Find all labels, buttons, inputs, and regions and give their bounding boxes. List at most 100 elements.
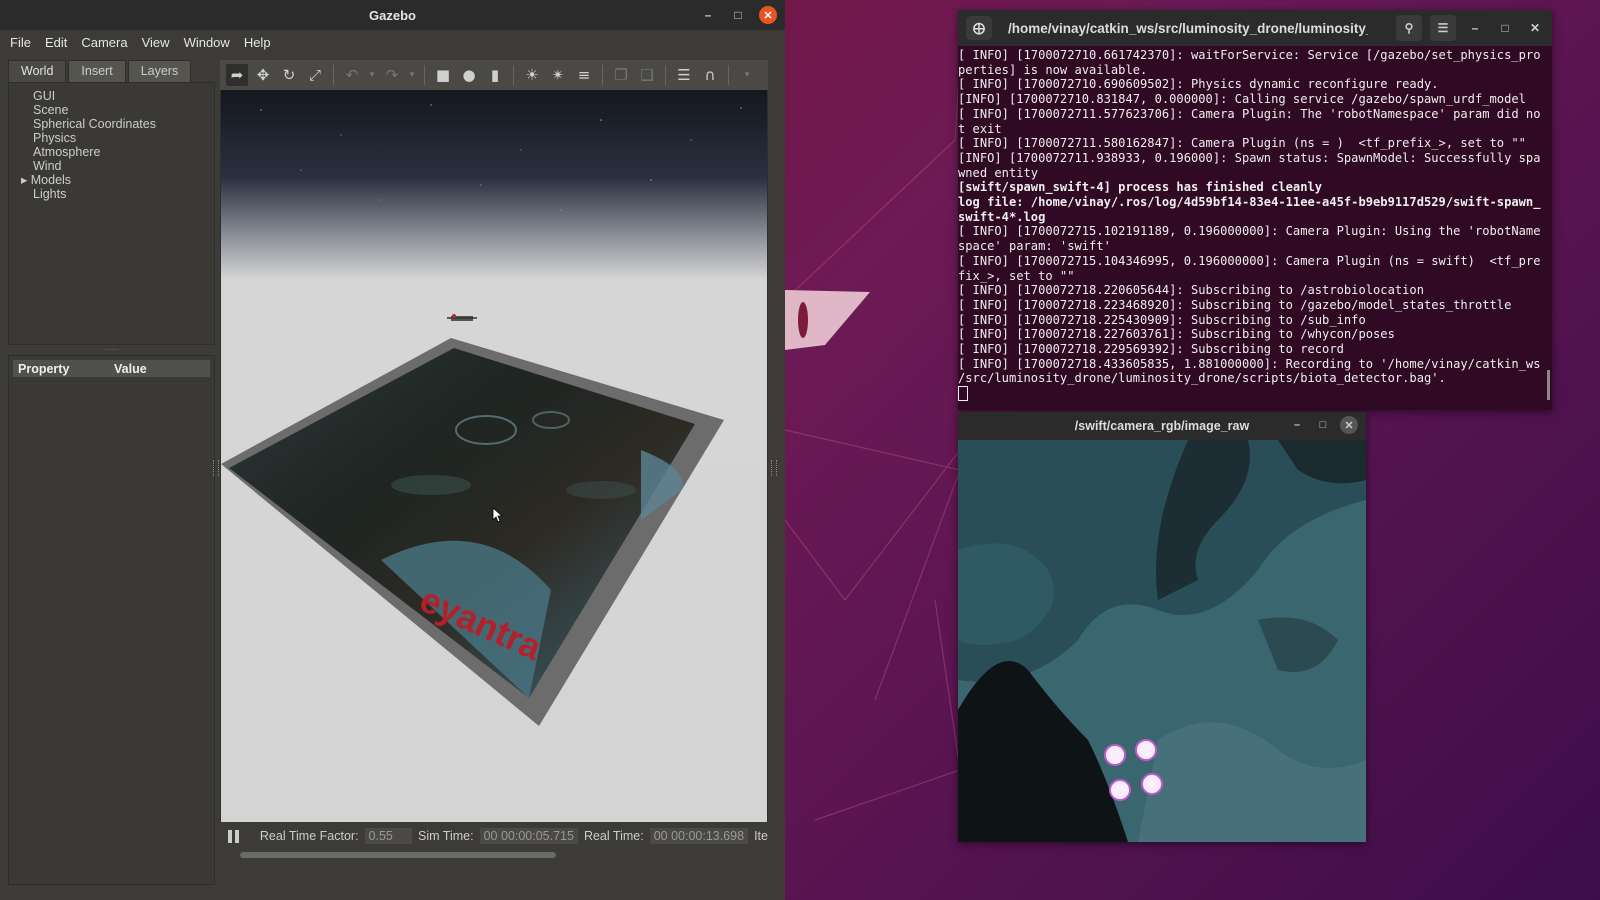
tree-item-gui[interactable]: GUI xyxy=(9,89,214,103)
terminal-close-button[interactable]: ✕ xyxy=(1524,17,1546,39)
terminal-line: [ INFO] [1700072718.227603761]: Subscrib… xyxy=(958,327,1395,342)
minimize-button[interactable]: – xyxy=(699,6,717,24)
redo-dropdown-icon[interactable]: ▾ xyxy=(407,64,417,86)
sim-time-value: 00 00:00:05.715 xyxy=(479,828,578,844)
terminal-line: swift-4*.log xyxy=(958,209,1046,224)
tree-item-atmosphere[interactable]: Atmosphere xyxy=(9,145,214,159)
image-view-titlebar[interactable]: /swift/camera_rgb/image_raw – □ ✕ xyxy=(958,412,1366,440)
menu-view[interactable]: View xyxy=(136,33,176,52)
undo-icon[interactable]: ↶ xyxy=(341,64,363,86)
terminal-output[interactable]: [ INFO] [1700072710.661742370]: waitForS… xyxy=(958,46,1552,405)
camera-image xyxy=(958,440,1366,842)
terminal-line: [INFO] [1700072710.831847, 0.000000]: Ca… xyxy=(958,92,1526,107)
box-shape-icon[interactable]: ■ xyxy=(432,64,454,86)
terminal-scrollbar[interactable] xyxy=(1547,370,1550,400)
sim-time-label: Sim Time: xyxy=(418,829,474,843)
terminal-line: fix_>, set to "" xyxy=(958,268,1075,283)
undo-dropdown-icon[interactable]: ▾ xyxy=(367,64,377,86)
menu-edit[interactable]: Edit xyxy=(39,33,73,52)
menu-file[interactable]: File xyxy=(4,33,37,52)
left-panel: World Insert Layers GUI Scene Spherical … xyxy=(8,60,215,885)
point-light-icon[interactable]: ☀ xyxy=(521,64,543,86)
right-splitter-handle[interactable] xyxy=(771,460,777,476)
terminal-minimize-button[interactable]: – xyxy=(1464,17,1486,39)
terminal-line: space' param: 'swift' xyxy=(958,239,1111,254)
tab-layers[interactable]: Layers xyxy=(127,60,192,82)
gazebo-titlebar[interactable]: Gazebo – □ ✕ xyxy=(0,0,785,30)
image-maximize-button[interactable]: □ xyxy=(1314,416,1332,434)
rtf-value: 0.55 xyxy=(364,828,413,844)
terminal-line: [ INFO] [1700072710.690609502]: Physics … xyxy=(958,77,1439,92)
real-time-value: 00 00:00:13.698 xyxy=(649,828,749,844)
tree-item-physics[interactable]: Physics xyxy=(9,131,214,145)
terminal-line: perties] is now available. xyxy=(958,62,1148,77)
menu-help[interactable]: Help xyxy=(238,33,277,52)
tab-insert[interactable]: Insert xyxy=(68,60,126,82)
maximize-button[interactable]: □ xyxy=(729,6,747,24)
rotate-mode-icon[interactable]: ↻ xyxy=(278,64,300,86)
directional-light-icon[interactable]: ≡ xyxy=(573,64,595,86)
tree-item-models-row[interactable]: ▸ Models xyxy=(9,173,214,187)
terminal-line: [ INFO] [1700072715.102191189, 0.1960000… xyxy=(958,224,1541,239)
image-minimize-button[interactable]: – xyxy=(1288,416,1306,434)
spot-light-icon[interactable]: ✴ xyxy=(547,64,569,86)
status-scrollbar[interactable] xyxy=(240,852,556,858)
select-mode-icon[interactable]: ➦ xyxy=(226,64,248,86)
terminal-maximize-button[interactable]: □ xyxy=(1494,17,1516,39)
cursor-icon xyxy=(958,386,968,402)
new-tab-icon[interactable]: ⨁ xyxy=(966,16,992,40)
terminal-titlebar[interactable]: ⨁ /home/vinay/catkin_ws/src/luminosity_d… xyxy=(958,10,1552,46)
image-view-title: /swift/camera_rgb/image_raw xyxy=(1074,419,1250,433)
render-panel: ➦ ✥ ↻ ⤢ ↶ ▾ ↷ ▾ ■ ● ▮ ☀ ✴ ≡ ❐ ❑ ☰ ∩ ▾ ey… xyxy=(220,60,768,860)
hamburger-menu-icon[interactable]: ☰ xyxy=(1430,15,1456,41)
terminal-title: /home/vinay/catkin_ws/src/luminosity_dro… xyxy=(1008,20,1368,36)
terminal-line: [ INFO] [1700072718.229569392]: Subscrib… xyxy=(958,342,1344,357)
tree-item-spherical-coordinates[interactable]: Spherical Coordinates xyxy=(9,117,214,131)
search-icon[interactable]: ⚲ xyxy=(1396,15,1422,41)
snap-icon[interactable]: ∩ xyxy=(699,64,721,86)
pause-icon[interactable] xyxy=(228,829,239,843)
menu-window[interactable]: Window xyxy=(178,33,236,52)
redo-icon[interactable]: ↷ xyxy=(381,64,403,86)
cylinder-shape-icon[interactable]: ▮ xyxy=(484,64,506,86)
terminal-line: wned entity xyxy=(958,165,1039,180)
terminal-line: [ INFO] [1700072711.577623706]: Camera P… xyxy=(958,106,1541,121)
menu-bar: File Edit Camera View Window Help xyxy=(0,30,785,54)
left-splitter-handle[interactable] xyxy=(213,460,219,476)
copy-icon[interactable]: ❐ xyxy=(610,64,632,86)
expand-arrow-icon[interactable]: ▸ xyxy=(21,173,27,187)
status-bar: Real Time Factor: 0.55 Sim Time: 00 00:0… xyxy=(220,822,768,860)
tree-item-wind[interactable]: Wind xyxy=(9,159,214,173)
sphere-shape-icon[interactable]: ● xyxy=(458,64,480,86)
tree-item-lights[interactable]: Lights xyxy=(9,187,214,201)
menu-camera[interactable]: Camera xyxy=(75,33,133,52)
paste-icon[interactable]: ❑ xyxy=(636,64,658,86)
real-time-label: Real Time: xyxy=(583,829,644,843)
translate-mode-icon[interactable]: ✥ xyxy=(252,64,274,86)
align-icon[interactable]: ☰ xyxy=(673,64,695,86)
rtf-label: Real Time Factor: xyxy=(259,829,359,843)
terminal-line: [INFO] [1700072711.938933, 0.196000]: Sp… xyxy=(958,150,1541,165)
tab-world[interactable]: World xyxy=(8,60,67,82)
terminal-prompt-line[interactable] xyxy=(958,386,1548,405)
more-dropdown-icon[interactable]: ▾ xyxy=(736,64,758,86)
tree-item-models: Models xyxy=(30,173,72,187)
close-button[interactable]: ✕ xyxy=(759,6,777,24)
terminal-line: [swift/spawn_swift-4] process has finish… xyxy=(958,180,1323,195)
3d-viewport[interactable]: eyantra xyxy=(221,90,767,822)
terminal-line: t exit xyxy=(958,121,1002,136)
gazebo-window: Gazebo – □ ✕ File Edit Camera View Windo… xyxy=(0,0,785,900)
terminal-line: /src/luminosity_drone/luminosity_drone/s… xyxy=(958,371,1446,386)
value-column-header: Value xyxy=(114,361,147,376)
property-column-header: Property xyxy=(18,361,70,376)
terminal-line: [ INFO] [1700072718.433605835, 1.8810000… xyxy=(958,356,1541,371)
terminal-line: [ INFO] [1700072718.223468920]: Subscrib… xyxy=(958,297,1512,312)
tree-item-scene[interactable]: Scene xyxy=(9,103,214,117)
panel-splitter[interactable]: ...... xyxy=(8,344,215,355)
property-panel: Property Value xyxy=(8,355,215,885)
terminal-line: [ INFO] [1700072710.661742370]: waitForS… xyxy=(958,48,1541,62)
image-close-button[interactable]: ✕ xyxy=(1340,416,1358,434)
world-tree: GUI Scene Spherical Coordinates Physics … xyxy=(8,82,215,345)
scale-mode-icon[interactable]: ⤢ xyxy=(304,64,326,86)
terminal-line: [ INFO] [1700072715.104346995, 0.1960000… xyxy=(958,253,1541,268)
